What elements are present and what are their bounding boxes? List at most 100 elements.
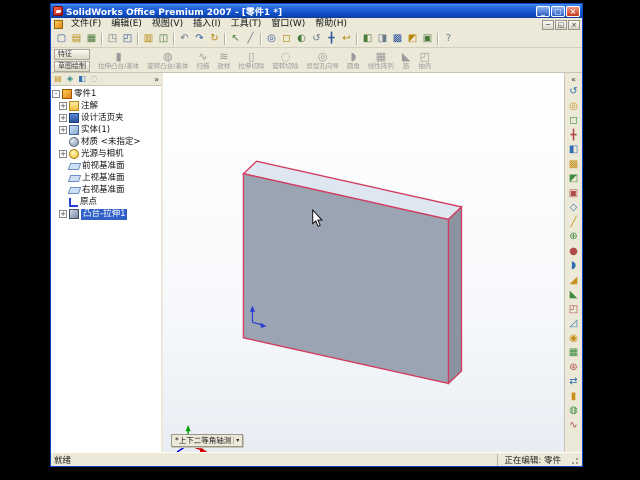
redo-icon[interactable]: ↷ [192, 32, 207, 46]
tree-item-origin[interactable]: 原点 [59, 196, 160, 208]
help-icon[interactable]: ? [441, 32, 456, 46]
tree-item-part-root[interactable]: - 零件1 [52, 88, 160, 100]
tree-item-boss-extrude1[interactable]: + 凸台-拉伸1 [59, 208, 160, 220]
expander-icon[interactable]: + [59, 210, 67, 218]
revolve-boss-icon[interactable]: ◍ [567, 404, 581, 419]
menu-edit[interactable]: 编辑(E) [106, 18, 147, 31]
extrude-boss-button[interactable]: ▮ 拉伸凸台/基体 [94, 49, 143, 71]
tree-item-material[interactable]: 材质 <未指定> [59, 136, 160, 148]
shell-icon[interactable]: ◰ [567, 303, 581, 318]
resize-grip[interactable] [569, 454, 579, 465]
feature-manager-tab-icon[interactable]: ▤ [53, 74, 63, 84]
expander-icon[interactable]: + [59, 126, 67, 134]
sweep-icon[interactable]: ∿ [567, 419, 581, 434]
tree-item-top-plane[interactable]: 上视基准面 [59, 172, 160, 184]
tree-item-solid-bodies[interactable]: + 实体(1) [59, 124, 160, 136]
mdi-close-button[interactable]: × [568, 19, 580, 30]
coordinate-system-icon[interactable]: ⊕ [567, 230, 581, 245]
reference-point-icon[interactable]: ● [567, 245, 581, 260]
right-toolbar-collapse-chevron[interactable]: « [571, 75, 576, 85]
tab-sketch[interactable]: 草图绘制 [54, 60, 90, 72]
rotate-view-icon[interactable]: ↺ [567, 85, 581, 100]
print-preview-icon[interactable]: ◫ [156, 32, 171, 46]
menu-file[interactable]: 文件(F) [66, 18, 106, 31]
maximize-button[interactable]: ▢ [551, 5, 565, 17]
menu-view[interactable]: 视图(V) [147, 18, 188, 31]
configuration-manager-tab-icon[interactable]: ◧ [77, 74, 87, 84]
section-view-icon[interactable]: ◩ [405, 32, 420, 46]
graphics-area[interactable]: *上下二等角轴测 ▾ [163, 73, 564, 452]
menu-tools[interactable]: 工具(T) [226, 18, 267, 31]
tree-item-front-plane[interactable]: 前视基准面 [59, 160, 160, 172]
section-view-icon[interactable]: ◩ [567, 172, 581, 187]
rotate-view-icon[interactable]: ↺ [309, 32, 324, 46]
view-orientation-icon[interactable]: ▣ [567, 187, 581, 202]
mdi-restore-button[interactable]: ◱ [555, 19, 567, 30]
make-assembly-icon[interactable]: ◰ [120, 32, 135, 46]
make-drawing-icon[interactable]: ◳ [105, 32, 120, 46]
print-icon[interactable]: ▥ [141, 32, 156, 46]
shell-button[interactable]: ◰ 抽壳 [414, 49, 435, 71]
tree-item-right-plane[interactable]: 右视基准面 [59, 184, 160, 196]
revolve-cut-button[interactable]: ◌ 旋转切除 [268, 49, 302, 71]
expander-icon[interactable]: + [59, 114, 67, 122]
hidden-lines-icon[interactable]: ◨ [375, 32, 390, 46]
expander-icon[interactable]: + [59, 102, 67, 110]
menu-insert[interactable]: 插入(I) [188, 18, 226, 31]
hole-wizard-button[interactable]: ◎ 异型孔向导 [302, 49, 343, 71]
reference-axis-icon[interactable]: ╱ [567, 216, 581, 231]
chevron-down-icon[interactable]: ▾ [233, 437, 239, 444]
view-orientation-icon[interactable]: ▣ [420, 32, 435, 46]
view-orientation-pill[interactable]: *上下二等角轴测 ▾ [171, 434, 244, 447]
wireframe-icon[interactable]: ▩ [567, 158, 581, 173]
tree-item-design-binder[interactable]: + 设计活页夹 [59, 112, 160, 124]
rib-icon[interactable]: ◣ [567, 288, 581, 303]
rebuild-icon[interactable]: ↻ [207, 32, 222, 46]
tree-item-lights-cameras[interactable]: + 光源与相机 [59, 148, 160, 160]
circular-pattern-icon[interactable]: ⊛ [567, 361, 581, 376]
previous-view-icon[interactable]: ↩ [339, 32, 354, 46]
open-icon[interactable]: ▤ [69, 32, 84, 46]
zoom-area-icon[interactable]: ◻ [567, 114, 581, 129]
title-bar[interactable]: SolidWorks Office Premium 2007 - [零件1 *]… [51, 4, 582, 18]
expander-icon[interactable]: - [52, 90, 60, 98]
extrude-boss-icon[interactable]: ▮ [567, 390, 581, 405]
sketch-icon[interactable]: ╱ [243, 32, 258, 46]
pan-icon[interactable]: ╋ [324, 32, 339, 46]
save-icon[interactable]: ▦ [84, 32, 99, 46]
select-icon[interactable]: ↖ [228, 32, 243, 46]
minimize-button[interactable]: _ [536, 5, 550, 17]
new-icon[interactable]: ▢ [54, 32, 69, 46]
revolve-boss-button[interactable]: ◍ 旋转凸台/基体 [143, 49, 192, 71]
tree-item-annotations[interactable]: + 注解 [59, 100, 160, 112]
reference-plane-icon[interactable]: ◇ [567, 201, 581, 216]
linear-pattern-button[interactable]: ▦ 线性阵列 [364, 49, 398, 71]
property-manager-tab-icon[interactable]: ◈ [65, 74, 75, 84]
zoom-area-icon[interactable]: ◻ [279, 32, 294, 46]
tab-features[interactable]: 特征 [54, 48, 90, 60]
menu-help[interactable]: 帮助(H) [310, 18, 352, 31]
mdi-minimize-button[interactable]: ─ [542, 19, 554, 30]
document-icon[interactable] [54, 20, 63, 29]
zoom-fit-icon[interactable]: ◎ [264, 32, 279, 46]
menu-window[interactable]: 窗口(W) [266, 18, 310, 31]
draft-icon[interactable]: ◿ [567, 317, 581, 332]
zoom-fit-icon[interactable]: ◎ [567, 100, 581, 115]
shaded-view-icon[interactable]: ◧ [360, 32, 375, 46]
linear-pattern-icon[interactable]: ▦ [567, 346, 581, 361]
rib-button[interactable]: ◣ 筋 [398, 49, 414, 71]
shaded-view-icon[interactable]: ◧ [567, 143, 581, 158]
wireframe-icon[interactable]: ▩ [390, 32, 405, 46]
loft-button[interactable]: ≋ 放样 [213, 49, 234, 71]
chamfer-icon[interactable]: ◢ [567, 274, 581, 289]
fillet-button[interactable]: ◗ 圆角 [343, 49, 364, 71]
part-side-face[interactable] [447, 205, 463, 386]
pan-icon[interactable]: ╋ [567, 129, 581, 144]
hole-wizard-icon[interactable]: ◉ [567, 332, 581, 347]
sweep-button[interactable]: ∿ 扫描 [192, 49, 213, 71]
zoom-in-out-icon[interactable]: ◐ [294, 32, 309, 46]
panel-collapse-chevron[interactable]: » [154, 75, 159, 84]
close-button[interactable]: × [566, 5, 580, 17]
undo-icon[interactable]: ↶ [177, 32, 192, 46]
expander-icon[interactable]: + [59, 150, 67, 158]
